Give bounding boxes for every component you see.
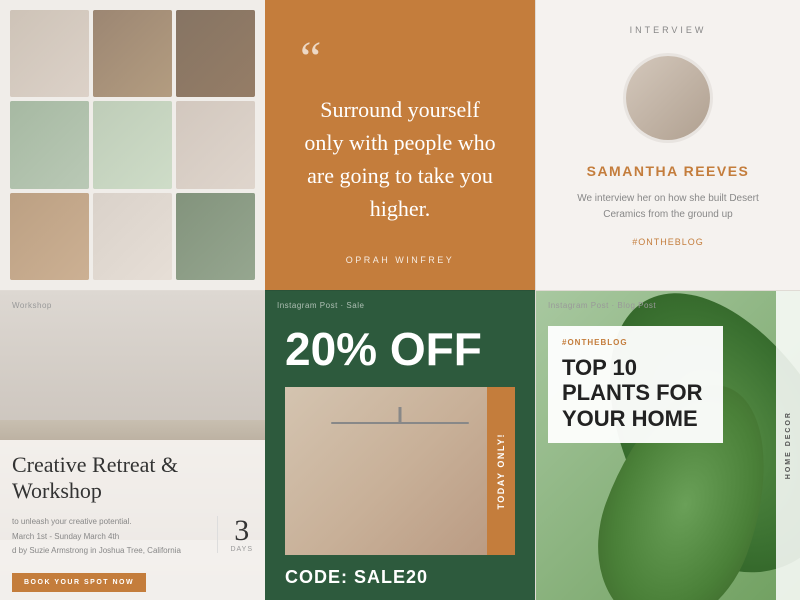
sale-percent-off: 20% OFF [285, 326, 515, 372]
interview-label: INTERVIEW [630, 25, 707, 35]
code-label: CODE: [285, 567, 348, 587]
blog-content-box: #ONTHEBLOG TOP 10 PLANTS FOR YOUR HOME [548, 326, 723, 443]
sale-footer: CODE: SALE20 [265, 555, 535, 600]
interview-description: We interview her on how she built Desert… [556, 191, 780, 223]
photo-cell-2 [93, 10, 172, 97]
days-label: DAYS [230, 546, 253, 553]
code-value: SALE20 [354, 567, 428, 587]
interview-card: INTERVIEW SAMANTHA REEVES We interview h… [535, 0, 800, 290]
blog-card: Instagram Post · Blog Post #ONTHEBLOG TO… [535, 290, 800, 600]
quote-card: “ Surround yourself only with people who… [265, 0, 535, 290]
workshop-tagline: to unleash your creative potential. [12, 516, 205, 527]
quote-text: Surround yourself only with people who a… [300, 93, 500, 225]
quote-author: OPRAH WINFREY [346, 255, 455, 265]
blog-side-label: HOME DECOR [776, 291, 800, 600]
workshop-dates: March 1st - Sunday March 4th [12, 531, 205, 542]
workshop-info: to unleash your creative potential. Marc… [12, 516, 205, 559]
sale-card: Instagram Post · Sale 20% OFF TODAY ONLY… [265, 290, 535, 600]
book-spot-button[interactable]: BOOK YOUR SPOT NOW [12, 573, 146, 592]
clothes-rack-image [285, 387, 515, 555]
days-number: 3 [230, 516, 253, 546]
avatar-image [626, 56, 710, 140]
workshop-details: to unleash your creative potential. Marc… [12, 516, 253, 559]
workshop-location: d by Suzie Armstrong in Joshua Tree, Cal… [12, 545, 205, 556]
photo-cell-7 [10, 193, 89, 280]
sale-code: CODE: SALE20 [285, 567, 515, 588]
sale-card-label: Instagram Post · Sale [277, 301, 364, 310]
main-grid: “ Surround yourself only with people who… [0, 0, 800, 600]
photo-grid-card [0, 0, 265, 290]
blog-title: TOP 10 PLANTS FOR YOUR HOME [562, 355, 709, 431]
workshop-content: Creative Retreat & Workshop to unleash y… [0, 440, 265, 600]
photo-cell-8 [93, 193, 172, 280]
avatar [623, 53, 713, 143]
workshop-days: 3 DAYS [217, 516, 253, 553]
blog-category-label: HOME DECOR [785, 411, 792, 479]
workshop-card: Workshop Creative Retreat & Workshop to … [0, 290, 265, 600]
photo-cell-6 [176, 101, 255, 188]
photo-cell-3 [176, 10, 255, 97]
quote-mark-icon: “ [300, 35, 321, 83]
photo-cell-9 [176, 193, 255, 280]
blog-tag: #ONTHEBLOG [562, 338, 709, 347]
interview-hashtag: #ONTHEBLOG [632, 237, 704, 247]
today-only-text: TODAY ONLY! [496, 433, 506, 510]
workshop-card-label: Workshop [12, 301, 52, 310]
workshop-title: Creative Retreat & Workshop [12, 452, 253, 505]
photo-cell-5 [93, 101, 172, 188]
interview-name: SAMANTHA REEVES [587, 163, 750, 179]
today-only-badge: TODAY ONLY! [487, 387, 515, 555]
photo-cell-4 [10, 101, 89, 188]
blog-card-label: Instagram Post · Blog Post [548, 301, 656, 310]
sale-product-image: TODAY ONLY! [285, 387, 515, 555]
photo-cell-1 [10, 10, 89, 97]
